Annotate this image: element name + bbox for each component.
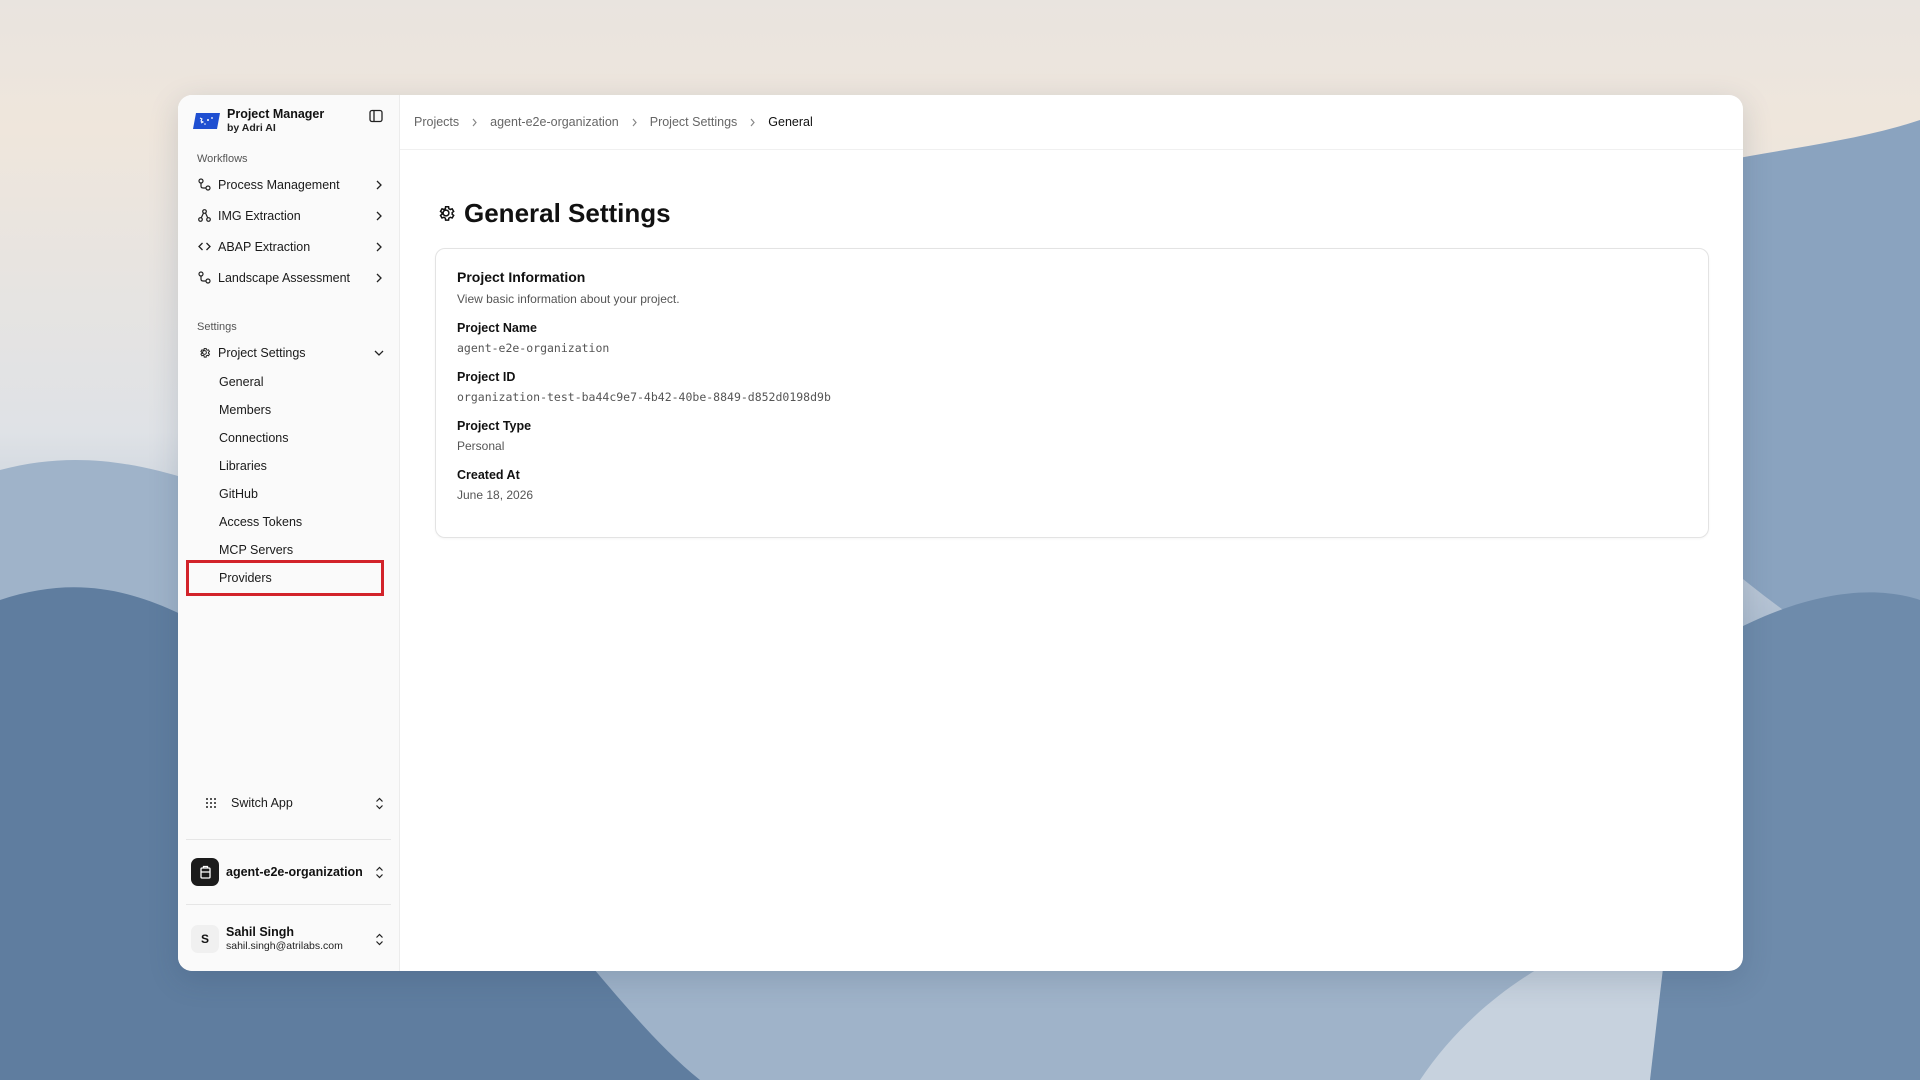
avatar: S — [191, 925, 219, 953]
subnav-providers[interactable]: Providers — [186, 560, 384, 596]
nav-abap-extraction[interactable]: ABAP Extraction — [186, 231, 391, 262]
code-icon — [197, 240, 211, 254]
field-value: organization-test-ba44c9e7-4b42-40be-884… — [457, 390, 831, 404]
workflows-group-label: Workflows — [197, 153, 248, 165]
chevron-right-icon — [749, 118, 756, 127]
field-project-id: Project ID organization-test-ba44c9e7-4b… — [457, 370, 1687, 404]
chevrons-up-down-icon — [373, 932, 385, 946]
field-value: agent-e2e-organization — [457, 341, 610, 355]
sidebar-footer: Switch App agent-e2e-organization S Sahi… — [186, 785, 391, 971]
chevron-down-icon — [373, 347, 385, 359]
subnav-access-tokens[interactable]: Access Tokens — [209, 508, 391, 536]
subnav-github[interactable]: GitHub — [209, 480, 391, 508]
page-title-text: General Settings — [464, 197, 671, 228]
network-icon — [197, 209, 211, 223]
chevron-right-icon — [373, 210, 385, 222]
subnav-general[interactable]: General — [209, 368, 391, 396]
field-project-type: Project Type Personal — [457, 419, 1687, 453]
subnav-connections[interactable]: Connections — [209, 424, 391, 452]
organization-name: agent-e2e-organization — [226, 865, 363, 879]
nav-label: IMG Extraction — [218, 208, 301, 223]
user-menu[interactable]: S Sahil Singh sahil.singh@atrilabs.com — [186, 919, 391, 959]
nav-label: Project Settings — [218, 345, 306, 360]
nav-label: Landscape Assessment — [218, 270, 351, 285]
sidebar: Project Manager by Adri AI Workflows Pro… — [178, 95, 400, 971]
main-content: Projects agent-e2e-organization Project … — [400, 95, 1743, 971]
breadcrumb-current: General — [768, 115, 813, 129]
project-settings-submenu: General Members Connections Libraries Gi… — [186, 368, 391, 596]
nav-landscape-assessment[interactable]: Landscape Assessment — [186, 262, 391, 293]
breadcrumb-projects[interactable]: Projects — [414, 115, 459, 129]
chevrons-up-down-icon — [373, 796, 385, 810]
settings-group-label: Settings — [197, 321, 237, 333]
field-value: Personal — [457, 439, 505, 453]
field-created-at: Created At June 18, 2026 — [457, 468, 1687, 502]
brand[interactable]: Project Manager by Adri AI — [186, 95, 391, 141]
divider — [186, 904, 391, 905]
field-project-name: Project Name agent-e2e-organization — [457, 321, 1687, 355]
organization-switcher[interactable]: agent-e2e-organization — [186, 854, 391, 890]
nav-project-settings[interactable]: Project Settings — [186, 337, 391, 368]
toggle-sidebar-button[interactable] — [367, 107, 385, 125]
switch-app-button[interactable]: Switch App — [186, 785, 391, 821]
grid-icon — [204, 796, 218, 810]
chevron-right-icon — [373, 272, 385, 284]
breadcrumb-organization[interactable]: agent-e2e-organization — [490, 115, 619, 129]
divider — [186, 839, 391, 840]
user-email: sahil.singh@atrilabs.com — [226, 940, 343, 952]
nav-img-extraction[interactable]: IMG Extraction — [186, 200, 391, 231]
nav-label: Process Management — [218, 177, 340, 192]
card-title: Project Information — [457, 269, 586, 285]
gear-icon — [197, 346, 211, 360]
switch-app-label: Switch App — [231, 796, 293, 810]
building-icon — [191, 858, 219, 886]
subnav-libraries[interactable]: Libraries — [209, 452, 391, 480]
breadcrumb-project-settings[interactable]: Project Settings — [650, 115, 738, 129]
field-label: Project ID — [457, 370, 516, 384]
field-label: Project Name — [457, 321, 537, 335]
card-description: View basic information about your projec… — [457, 292, 680, 306]
gear-icon — [435, 202, 457, 224]
workflow-icon — [197, 178, 211, 192]
nav-process-management[interactable]: Process Management — [186, 169, 391, 200]
chevron-right-icon — [373, 179, 385, 191]
brand-subtitle: by Adri AI — [227, 122, 276, 134]
field-label: Created At — [457, 468, 520, 482]
user-name: Sahil Singh — [226, 925, 295, 939]
workflow-icon — [197, 271, 211, 285]
subnav-members[interactable]: Members — [209, 396, 391, 424]
sidebar-toggle-icon — [369, 109, 383, 123]
page-title: General Settings — [435, 196, 1709, 230]
settings-content: General Settings Project Information Vie… — [400, 150, 1743, 538]
chevron-right-icon — [373, 241, 385, 253]
project-information-card: Project Information View basic informati… — [435, 248, 1709, 538]
breadcrumb: Projects agent-e2e-organization Project … — [400, 95, 1743, 150]
field-label: Project Type — [457, 419, 532, 433]
chevron-right-icon — [631, 118, 638, 127]
app-window: Project Manager by Adri AI Workflows Pro… — [178, 95, 1743, 971]
field-value: June 18, 2026 — [457, 488, 534, 502]
nav-label: ABAP Extraction — [218, 239, 311, 254]
brand-title: Project Manager — [227, 107, 325, 121]
chevron-right-icon — [471, 118, 478, 127]
chevrons-up-down-icon — [373, 865, 385, 879]
app-logo-icon — [193, 113, 220, 129]
